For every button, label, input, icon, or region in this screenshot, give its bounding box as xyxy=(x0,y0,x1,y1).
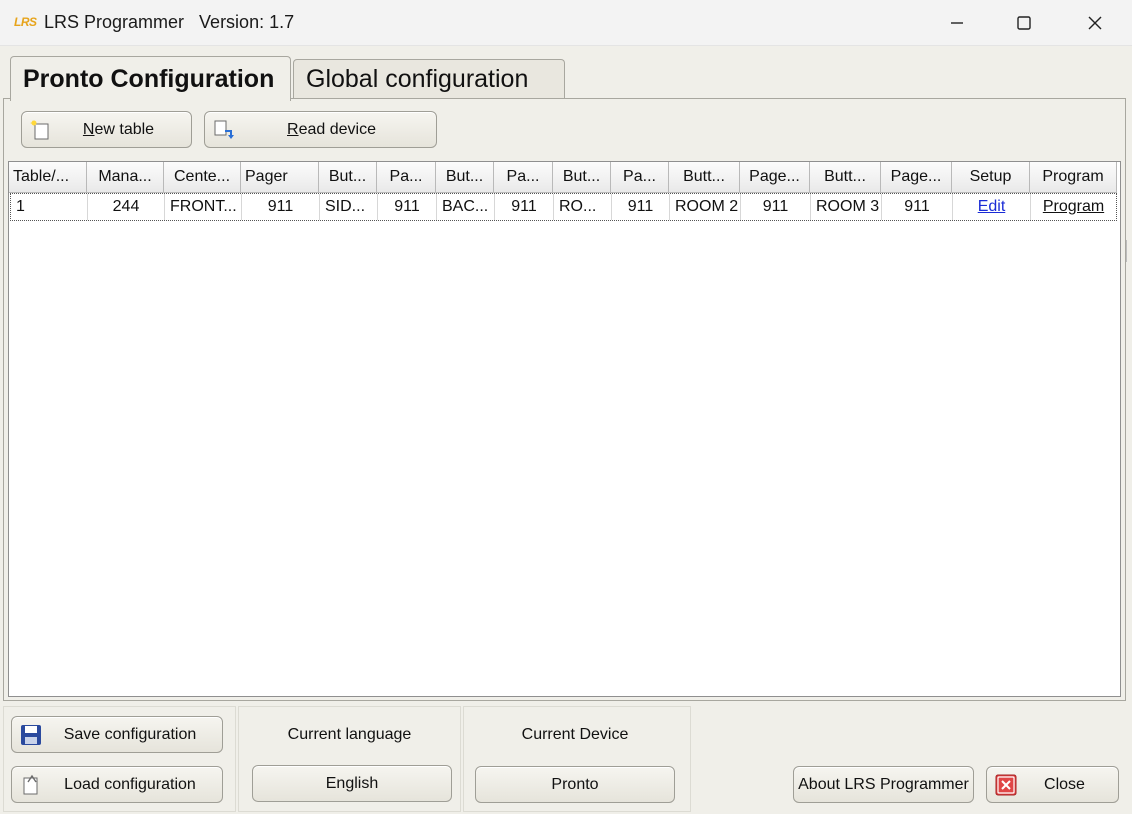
language-select-button[interactable]: English xyxy=(252,765,452,802)
save-configuration-label: Save configuration xyxy=(63,725,197,743)
table-cell[interactable]: BAC... xyxy=(437,194,495,220)
new-table-button[interactable]: New table xyxy=(21,111,192,148)
setup-cell: Edit xyxy=(953,194,1031,220)
new-document-icon xyxy=(30,120,49,140)
column-header[interactable]: Pa... xyxy=(494,162,553,193)
column-header[interactable]: Pa... xyxy=(377,162,436,193)
configuration-table[interactable]: Table/... Mana... Cente... Pager But... … xyxy=(8,161,1121,697)
column-header[interactable]: Butt... xyxy=(669,162,740,193)
program-link[interactable]: Program xyxy=(1043,198,1104,216)
window-title: LRS Programmer Version: 1.7 xyxy=(44,12,295,32)
table-cell[interactable]: SID... xyxy=(320,194,378,220)
column-header[interactable]: Setup xyxy=(952,162,1030,193)
current-language-label: Current language xyxy=(287,726,412,743)
column-header[interactable]: Page... xyxy=(740,162,810,193)
floppy-disk-icon xyxy=(21,725,41,745)
table-row[interactable]: 1 244 FRONT... 911 SID... 911 BAC... 911… xyxy=(10,193,1117,221)
table-cell[interactable]: RO... xyxy=(554,194,612,220)
column-header[interactable]: Program xyxy=(1030,162,1117,193)
current-device-label: Current Device xyxy=(521,726,629,743)
column-header[interactable]: But... xyxy=(553,162,611,193)
device-value: Pronto xyxy=(551,775,599,793)
table-cell[interactable]: 911 xyxy=(495,194,554,220)
close-icon xyxy=(1088,16,1102,30)
table-cell[interactable]: 244 xyxy=(88,194,165,220)
table-cell[interactable]: 911 xyxy=(242,194,320,220)
language-value: English xyxy=(325,774,379,792)
maximize-button[interactable] xyxy=(1001,0,1047,46)
column-header[interactable]: Table/... xyxy=(9,162,87,193)
minimize-button[interactable] xyxy=(934,0,980,46)
table-cell[interactable]: ROOM 2 xyxy=(670,194,741,220)
column-header[interactable]: But... xyxy=(436,162,494,193)
tab-label: Pronto Configuration xyxy=(23,64,275,93)
column-header[interactable]: Mana... xyxy=(87,162,164,193)
load-document-icon xyxy=(23,774,38,795)
new-table-label: ew table xyxy=(94,120,155,138)
column-header[interactable]: Page... xyxy=(881,162,952,193)
new-table-mnemonic: N xyxy=(82,120,95,138)
close-label: Close xyxy=(1044,775,1085,793)
table-cell[interactable]: 911 xyxy=(882,194,953,220)
save-configuration-button[interactable]: Save configuration xyxy=(11,716,223,753)
about-button[interactable]: About LRS Programmer xyxy=(793,766,974,803)
device-select-button[interactable]: Pronto xyxy=(475,766,675,803)
load-configuration-label: Load configuration xyxy=(64,775,196,793)
column-header[interactable]: Pager xyxy=(241,162,319,193)
close-button[interactable]: Close xyxy=(986,766,1119,803)
read-device-button[interactable]: Read device xyxy=(204,111,437,148)
app-logo-icon: LRS xyxy=(14,15,37,29)
table-cell[interactable]: 911 xyxy=(612,194,670,220)
read-device-label: ead device xyxy=(298,120,376,138)
table-cell[interactable]: 911 xyxy=(378,194,437,220)
column-header[interactable]: But... xyxy=(319,162,377,193)
program-cell: Program xyxy=(1031,194,1116,220)
window-close-button[interactable] xyxy=(1072,0,1118,46)
table-cell[interactable]: ROOM 3 xyxy=(811,194,882,220)
table-cell[interactable]: 911 xyxy=(741,194,811,220)
table-cell[interactable]: FRONT... xyxy=(165,194,242,220)
load-configuration-button[interactable]: Load configuration xyxy=(11,766,223,803)
close-red-icon xyxy=(995,774,1017,796)
table-header: Table/... Mana... Cente... Pager But... … xyxy=(9,162,1117,193)
title-bar: LRS LRS Programmer Version: 1.7 xyxy=(0,0,1132,46)
column-header[interactable]: Cente... xyxy=(164,162,241,193)
tab-pronto-configuration[interactable]: Pronto Configuration xyxy=(10,56,291,101)
minimize-icon xyxy=(951,22,963,24)
column-header[interactable]: Pa... xyxy=(611,162,669,193)
column-header[interactable]: Butt... xyxy=(810,162,881,193)
about-label: About LRS Programmer xyxy=(798,775,969,793)
edit-link[interactable]: Edit xyxy=(978,198,1006,216)
read-device-mnemonic: R xyxy=(287,120,299,138)
read-device-icon xyxy=(214,120,234,139)
maximize-icon xyxy=(1017,16,1031,30)
tab-label: Global configuration xyxy=(306,65,529,93)
table-cell[interactable]: 1 xyxy=(11,194,88,220)
tab-global-configuration[interactable]: Global configuration xyxy=(293,59,565,99)
